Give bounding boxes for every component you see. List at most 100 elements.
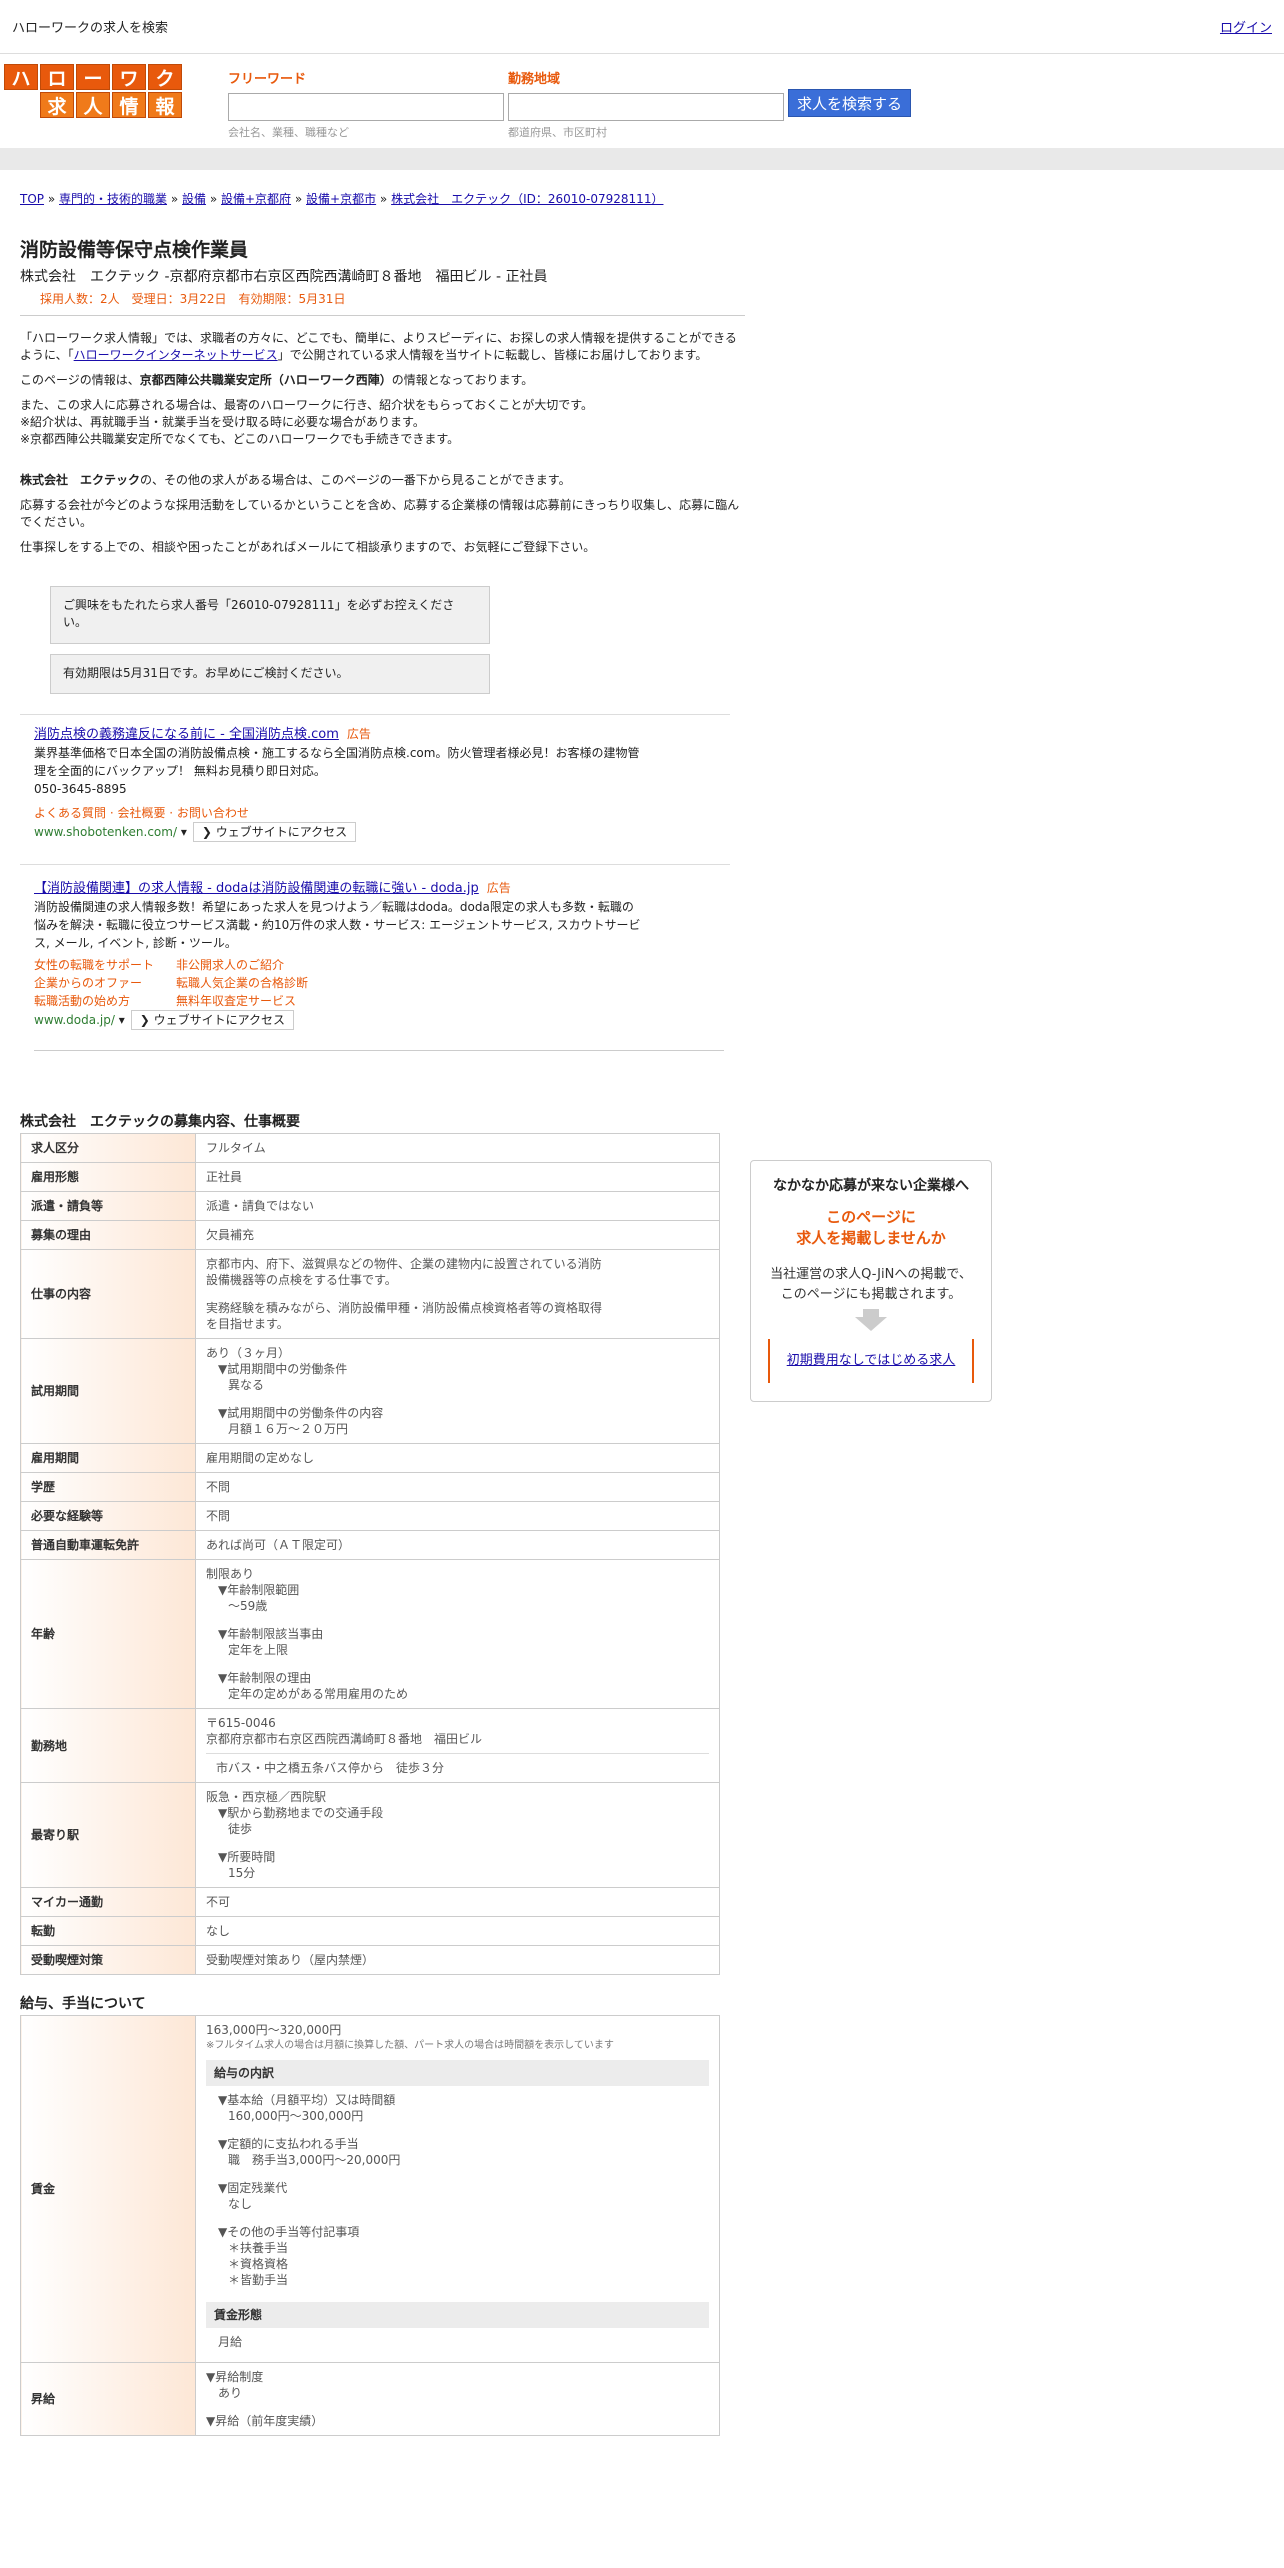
breadcrumb-occupation[interactable]: 設備 [182, 192, 206, 206]
area-input[interactable] [508, 93, 784, 121]
ad-sitelink[interactable]: 無料年収査定サービス [176, 992, 336, 1010]
breadcrumb-city[interactable]: 設備+京都市 [306, 192, 376, 206]
row-value: 京都市内、府下、滋賀県などの物件、企業の建物内に設置されている消防設備機器等の点… [195, 1249, 720, 1339]
intro-text: 「ハローワーク求人情報」では、求職者の方々に、どこでも、簡単に、よりスピーディに… [20, 330, 745, 556]
breadcrumb-category[interactable]: 専門的・技術的職業 [59, 192, 167, 206]
ad-title-link[interactable]: 【消防設備関連】の求人情報 - dodaは消防設備関連の転職に強い - doda… [34, 881, 479, 896]
keyword-field: フリーワード 会社名、業種、職種など [228, 68, 504, 140]
value-line: なし [228, 2197, 253, 2211]
value-line: 定年の定めがある常用雇用のため [228, 1687, 409, 1701]
value-line: ＊資格資格 [228, 2257, 289, 2271]
desc-line: 当社運営の求人Q-JiNへの掲載で、 [770, 1267, 972, 1282]
post-job-button[interactable]: 初期費用なしではじめる求人 [768, 1339, 974, 1383]
row-value: 〒615-0046 京都府京都市右京区西院西溝崎町８番地 福田ビル 市バス・中之… [195, 1708, 720, 1783]
intro-text-part: このページの情報は、 [20, 373, 140, 387]
ad-sitelink[interactable]: 転職活動の始め方 [34, 992, 176, 1010]
row-label: 最寄り駅 [20, 1782, 196, 1888]
value-line: ▼所要時間 [218, 1850, 276, 1864]
login-link[interactable]: ログイン [1220, 17, 1272, 36]
keyword-label: フリーワード [228, 72, 307, 87]
intro-text-part: ※紹介状は、再就職手当・就業手当を受け取る時に必要な場合があります。 [20, 415, 425, 429]
logo-char: ク [148, 64, 182, 90]
breadcrumb-prefecture[interactable]: 設備+京都府 [221, 192, 291, 206]
value-line: ▼昇給（前年度実績） [206, 2414, 324, 2428]
hellowork-internet-link[interactable]: ハローワークインターネットサービス [74, 348, 278, 362]
logo-char: 報 [148, 92, 182, 118]
ad-sitelink[interactable]: 女性の転職をサポート [34, 956, 176, 974]
logo-spacer [4, 92, 38, 118]
search-button[interactable]: 求人を検索する [788, 89, 912, 117]
value-line: 制限あり [206, 1567, 255, 1581]
row-value: 不可 [195, 1887, 720, 1917]
row-label: 雇用形態 [20, 1162, 196, 1192]
value-line: 15分 [228, 1866, 256, 1880]
table-row: 雇用期間 雇用期間の定めなし [20, 1443, 720, 1473]
site-logo[interactable]: ハ ロ ー ワ ク 求 人 情 報 [4, 64, 182, 120]
row-label: 勤務地 [20, 1708, 196, 1783]
advertise-desc: 当社運営の求人Q-JiNへの掲載で、 このページにも掲載されます。 [751, 1265, 991, 1305]
ad-url[interactable]: www.doda.jp/ [34, 1013, 115, 1027]
keyword-input[interactable] [228, 93, 504, 121]
ad-sitelink[interactable]: 企業からのオファー [34, 974, 176, 992]
area-label: 勤務地域 [508, 72, 561, 87]
breadcrumb-top[interactable]: TOP [20, 192, 44, 206]
ad-title-link[interactable]: 消防点検の義務違反になる前に - 全国消防点検.com [34, 727, 339, 742]
postal-code: 〒615-0046 [206, 1716, 276, 1730]
notice-deadline: 有効期限は5月31日です。お早めにご検討ください。 [50, 654, 490, 694]
search-form: フリーワード 会社名、業種、職種など 勤務地域 都道府県、市区町村 求人を検索す… [228, 64, 912, 140]
table-row: 募集の理由 欠員補充 [20, 1220, 720, 1250]
top-bar: ハローワークの求人を検索 ログイン [0, 0, 1284, 54]
logo-char: 情 [112, 92, 146, 118]
row-label: 募集の理由 [20, 1220, 196, 1250]
sub-heading: 給与の内訳 [206, 2060, 709, 2086]
logo-char: ハ [4, 64, 38, 90]
breadcrumb-company[interactable]: 株式会社 エクテック（ID：26010-07928111） [391, 192, 663, 206]
keyword-hint: 会社名、業種、職種など [228, 126, 349, 139]
intro-text-part: ※京都西陣公共職業安定所でなくても、どこのハローワークでも手続きできます。 [20, 432, 460, 446]
header: ハ ロ ー ワ ク 求 人 情 報 フリーワード 会社名、業種、職種など 勤務地… [0, 54, 1284, 148]
table-row: 雇用形態 正社員 [20, 1162, 720, 1192]
ad-phone[interactable]: 050-3645-8895 [34, 780, 730, 798]
divider [34, 1050, 724, 1051]
intro-paragraph: このページの情報は、京都西陣公共職業安定所（ハローワーク西陣）の情報となっており… [20, 372, 745, 389]
intro-text-part: の情報となっております。 [391, 373, 534, 387]
section-heading-salary: 給与、手当について [20, 1996, 146, 2012]
row-value: あり（３ヶ月） ▼試用期間中の労働条件 異なる ▼試用期間中の労働条件の内容 月… [195, 1338, 720, 1444]
ad-sitelinks[interactable]: よくある質問 · 会社概要 · お問い合わせ [34, 804, 730, 822]
table-row: 年齢 制限あり ▼年齢制限範囲 〜59歳 ▼年齢制限該当事由 定年を上限 ▼年齢… [20, 1559, 720, 1709]
row-value: 制限あり ▼年齢制限範囲 〜59歳 ▼年齢制限該当事由 定年を上限 ▼年齢制限の… [195, 1559, 720, 1709]
row-label: 賃金 [20, 2015, 196, 2363]
row-value: ▼昇給制度 あり ▼昇給（前年度実績） [195, 2362, 720, 2436]
value-line: 月額１６万～２０万円 [228, 1422, 349, 1436]
intro-paragraph: また、この求人に応募される場合は、最寄のハローワークに行き、紹介状をもらっておく… [20, 397, 745, 448]
value-line: ▼駅から勤務地までの交通手段 [218, 1806, 384, 1820]
ad-sitelink[interactable]: 非公開求人のご紹介 [176, 956, 336, 974]
ad-url[interactable]: www.shobotenken.com/ [34, 825, 177, 839]
ad-visit-button[interactable]: ❯ ウェブサイトにアクセス [192, 822, 357, 842]
value-line: あり [218, 2386, 243, 2400]
logo-char: ロ [40, 64, 74, 90]
intro-text-part: また、この求人に応募される場合は、最寄のハローワークに行き、紹介状をもらっておく… [20, 398, 594, 412]
table-row: 勤務地 〒615-0046 京都府京都市右京区西院西溝崎町８番地 福田ビル 市バ… [20, 1708, 720, 1783]
intro-paragraph: 「ハローワーク求人情報」では、求職者の方々に、どこでも、簡単に、よりスピーディに… [20, 330, 745, 364]
intro-paragraph: 仕事探しをする上での、相談や困ったことがあればメールにて相談承りますので、お気軽… [20, 540, 596, 554]
ad-visit-button[interactable]: ❯ ウェブサイトにアクセス [130, 1010, 295, 1030]
area-field: 勤務地域 都道府県、市区町村 [508, 68, 784, 140]
value-line: 〜59歳 [228, 1599, 268, 1613]
salary-range: 163,000円〜320,000円 [206, 2023, 342, 2037]
ad-sitelink[interactable]: 転職人気企業の合格診断 [176, 974, 336, 992]
address: 京都府京都市右京区西院西溝崎町８番地 福田ビル [206, 1732, 483, 1746]
salary-table: 賃金 163,000円〜320,000円 ※フルタイム求人の場合は月額に換算した… [20, 2015, 720, 2436]
site-title: ハローワークの求人を検索 [12, 21, 169, 36]
row-value: 不問 [195, 1472, 720, 1502]
value-line: 実務経験を積みながら、消防設備甲種・消防設備点検資格者等の資格取得を目指せます。 [206, 1301, 603, 1331]
table-row: 必要な経験等 不問 [20, 1501, 720, 1531]
value-line: ▼試用期間中の労働条件の内容 [218, 1406, 384, 1420]
table-row: マイカー通勤 不可 [20, 1887, 720, 1917]
divider [20, 315, 745, 316]
row-label: 受動喫煙対策 [20, 1945, 196, 1975]
header-band [0, 148, 1284, 170]
value-line: ▼年齢制限範囲 [218, 1583, 300, 1597]
intro-paragraph: 応募する会社が今どのような採用活動をしているかということを含め、応募する企業様の… [20, 498, 740, 529]
catch-line: 求人を掲載しませんか [796, 1229, 946, 1247]
